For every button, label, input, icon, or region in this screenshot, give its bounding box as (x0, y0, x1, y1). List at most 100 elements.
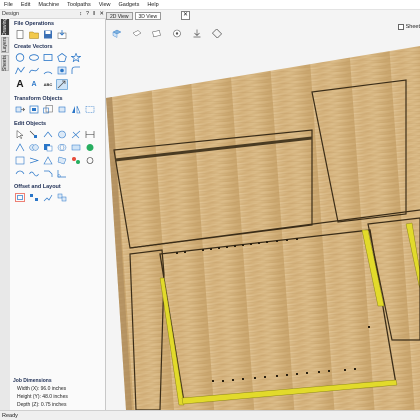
pin-icon[interactable]: ↕ (79, 11, 82, 17)
node-edit-icon[interactable] (28, 129, 40, 140)
scale-icon[interactable] (42, 104, 54, 115)
design-panel: Design ↕ ? ‖ ✕ File Operations Create Ve… (2, 10, 106, 413)
menu-view[interactable]: View (99, 0, 111, 10)
close-view-button[interactable]: ✕ (181, 11, 190, 20)
wave-icon[interactable] (28, 168, 40, 179)
sheet-base (106, 46, 420, 410)
wood-sheet-render[interactable] (106, 10, 420, 410)
menu-gadgets[interactable]: Gadgets (119, 0, 140, 10)
close-panel-icon[interactable]: ✕ (99, 11, 104, 17)
circle-icon[interactable] (14, 52, 26, 63)
menu-machine[interactable]: Machine (38, 0, 59, 10)
offset-layout-heading: Offset and Layout (14, 184, 61, 190)
mirror-icon[interactable] (70, 104, 82, 115)
curve-tool-icon[interactable] (70, 155, 82, 166)
top-view-icon[interactable] (150, 27, 164, 39)
arc-icon[interactable] (42, 65, 54, 76)
curve-fit-icon[interactable] (56, 129, 68, 140)
move-icon[interactable] (14, 104, 26, 115)
job-depth: Depth (Z): 0.75 inches (17, 402, 67, 408)
nest-parts-icon[interactable] (42, 192, 54, 203)
join-icon[interactable] (14, 142, 26, 153)
arc-text-glyph: ABC (43, 82, 53, 87)
job-height: Height (Y): 48.0 inches (17, 394, 68, 400)
polygon-icon[interactable] (56, 52, 68, 63)
help-icon[interactable]: ? (86, 11, 89, 17)
save-icon[interactable] (42, 29, 54, 40)
polyline-icon[interactable] (14, 65, 26, 76)
smooth-icon[interactable] (42, 129, 54, 140)
view-toolbar (110, 27, 224, 39)
distort-icon[interactable] (84, 104, 96, 115)
job-width: Width (X): 96.0 inches (17, 386, 67, 392)
tab-3d-view[interactable]: 3D View (134, 12, 162, 20)
new-file-icon[interactable] (14, 29, 26, 40)
extend-icon[interactable] (84, 129, 96, 140)
side-tab-strip: Drawing Layers Sheets (0, 18, 10, 413)
group-icon[interactable] (28, 155, 40, 166)
ellipse-icon[interactable] (28, 52, 40, 63)
render-icon[interactable] (190, 27, 204, 39)
text-icon[interactable]: A (14, 79, 26, 90)
ungroup-icon[interactable] (42, 155, 54, 166)
arc-text-icon[interactable]: ABC (42, 79, 54, 90)
3d-viewport[interactable]: 2D View 3D View ✕ Sheet (106, 10, 420, 410)
open-file-icon[interactable] (28, 29, 40, 40)
draw-vector-icon[interactable] (56, 65, 68, 76)
drill-hole-single (368, 326, 370, 328)
curve-icon[interactable] (28, 65, 40, 76)
tab-2d-view[interactable]: 2D View (106, 12, 133, 20)
menu-toolpaths[interactable]: Toolpaths (67, 0, 91, 10)
nest-icon[interactable] (56, 155, 68, 166)
panel-title-bar: Design ↕ ? ‖ ✕ (2, 10, 106, 19)
view-tab-bar: 2D View 3D View (106, 12, 162, 20)
sheet-label: Sheet (405, 24, 420, 30)
menu-edit[interactable]: Edit (21, 0, 30, 10)
menu-file[interactable]: File (4, 0, 13, 10)
break-icon[interactable] (14, 155, 26, 166)
job-dimensions-title: Job Dimensions (13, 378, 52, 384)
rectangle-icon[interactable] (42, 52, 54, 63)
trim-icon[interactable] (70, 129, 82, 140)
front-view-icon[interactable] (130, 27, 144, 39)
status-text: Ready (2, 413, 18, 419)
edit-objects-heading: Edit Objects (14, 121, 47, 127)
status-bar: Ready (0, 410, 420, 420)
menu-bar: File Edit Machine Toolpaths View Gadgets… (0, 0, 420, 10)
boolean-icon[interactable] (70, 142, 82, 153)
chamfer-icon[interactable] (42, 168, 54, 179)
create-vectors-heading: Create Vectors (14, 44, 53, 50)
job-dimensions: Job Dimensions Width (X): 96.0 inches He… (13, 377, 68, 409)
side-view-icon[interactable] (170, 27, 184, 39)
select-icon[interactable] (14, 129, 26, 140)
offset-icon[interactable] (14, 192, 26, 203)
trim-layout-icon[interactable] (56, 192, 68, 203)
tab-drawing[interactable]: Drawing (1, 18, 9, 36)
tab-sheets[interactable]: Sheets (1, 55, 9, 71)
import-icon[interactable] (56, 29, 68, 40)
weld-icon[interactable] (28, 142, 40, 153)
tab-layers[interactable]: Layers (1, 37, 9, 53)
panel-title: Design (2, 11, 20, 17)
menu-help[interactable]: Help (147, 0, 158, 10)
iso-view-icon[interactable] (110, 27, 124, 39)
offset-curve-icon[interactable] (14, 168, 26, 179)
text-small-glyph: A (31, 81, 37, 88)
sheet-checkbox[interactable] (397, 24, 404, 30)
dock-icon[interactable]: ‖ (93, 11, 95, 17)
align-icon[interactable] (28, 104, 40, 115)
text-small-icon[interactable]: A (28, 79, 40, 90)
wireframe-icon[interactable] (210, 27, 224, 39)
close-vector-icon[interactable] (84, 155, 96, 166)
dimension-icon[interactable] (56, 79, 68, 90)
array-icon[interactable] (28, 192, 40, 203)
intersect-icon[interactable] (56, 142, 68, 153)
rotate-icon[interactable] (56, 104, 68, 115)
fillet-icon[interactable] (70, 65, 82, 76)
subtract-icon[interactable] (42, 142, 54, 153)
fillet-edit-icon[interactable] (84, 142, 96, 153)
dogbone-icon[interactable] (56, 168, 68, 179)
file-operations-heading: File Operations (14, 21, 55, 27)
transform-objects-heading: Transform Objects (14, 96, 63, 102)
star-icon[interactable] (70, 52, 82, 63)
